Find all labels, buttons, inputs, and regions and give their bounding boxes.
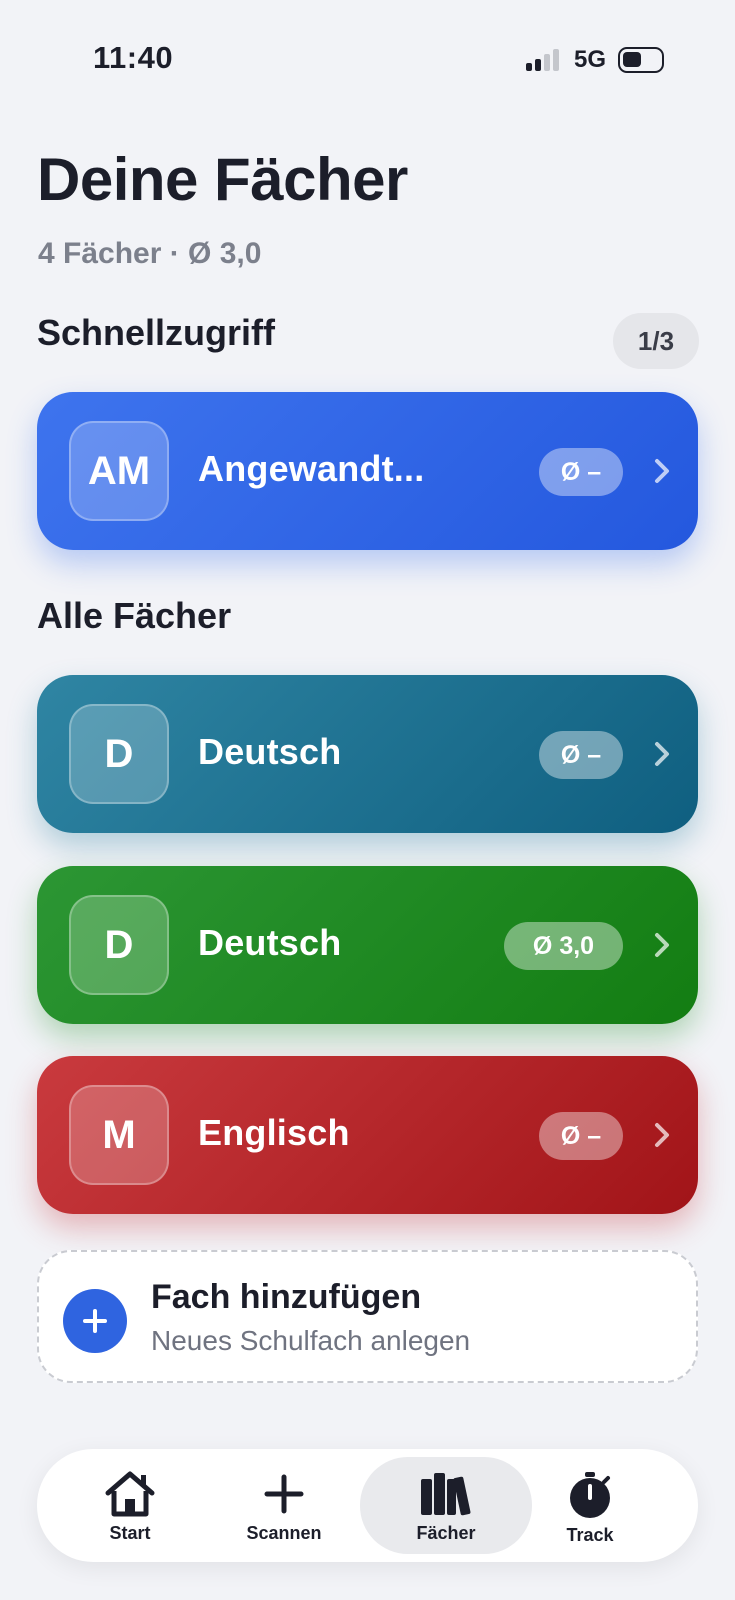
- chevron-right-icon: [655, 933, 669, 957]
- plus-icon: [63, 1289, 127, 1353]
- quick-access-page-indicator[interactable]: 1/3: [613, 313, 699, 369]
- tab-label: Scannen: [246, 1523, 322, 1543]
- add-subject-title: Fach hinzufügen: [151, 1278, 422, 1316]
- plus-icon: [264, 1474, 304, 1514]
- subject-average-badge: Ø –: [539, 1112, 623, 1160]
- subject-name: Deutsch: [198, 922, 342, 963]
- chevron-right-icon: [655, 742, 669, 766]
- tab-label: Start: [109, 1523, 151, 1543]
- status-bar: 11:40 5G: [0, 0, 735, 110]
- stopwatch-icon: [570, 1472, 610, 1518]
- tab-track[interactable]: Track: [515, 1457, 665, 1554]
- page-subtitle: 4 Fächer · Ø 3,0: [38, 237, 262, 270]
- battery-nub: [618, 47, 664, 73]
- subject-card[interactable]: M Englisch Ø –: [37, 1056, 698, 1214]
- network-type: 5G: [574, 46, 607, 73]
- books-icon: [421, 1473, 471, 1516]
- house-icon: [105, 1471, 155, 1517]
- signal-icon: [526, 49, 564, 71]
- subject-initials-badge: D: [69, 704, 169, 804]
- status-time: 11:40: [93, 40, 174, 75]
- tab-faecher[interactable]: Fächer: [360, 1457, 532, 1554]
- subject-card[interactable]: D Deutsch Ø 3,0: [37, 866, 698, 1024]
- subject-name: Englisch: [198, 1112, 350, 1153]
- subject-name: Deutsch: [198, 731, 342, 772]
- chevron-right-icon: [655, 1123, 669, 1147]
- section-title-quick-access: Schnellzugriff: [37, 312, 276, 353]
- subject-average-badge: Ø –: [539, 731, 623, 779]
- chevron-right-icon: [655, 459, 669, 483]
- tab-label: Fächer: [416, 1523, 476, 1543]
- tab-bar: Start Scannen Fächer Track: [37, 1449, 698, 1562]
- subject-initials-badge: D: [69, 895, 169, 995]
- subject-average-badge: Ø 3,0: [504, 922, 623, 970]
- page-title: Deine Fächer: [37, 146, 408, 213]
- add-subject-subtitle: Neues Schulfach anlegen: [151, 1325, 471, 1356]
- subject-name: Angewandt...: [198, 448, 425, 489]
- quick-access-card[interactable]: AM Angewandt... Ø –: [37, 392, 698, 550]
- subject-initials-badge: AM: [69, 421, 169, 521]
- tab-start[interactable]: Start: [55, 1457, 205, 1554]
- subject-initials-badge: M: [69, 1085, 169, 1185]
- subject-card[interactable]: D Deutsch Ø –: [37, 675, 698, 833]
- tab-scannen[interactable]: Scannen: [209, 1457, 359, 1554]
- tab-label: Track: [566, 1525, 614, 1545]
- subject-average-badge: Ø –: [539, 448, 623, 496]
- add-subject-button[interactable]: Fach hinzufügen Neues Schulfach anlegen: [37, 1250, 698, 1383]
- section-title-all-subjects: Alle Fächer: [37, 595, 232, 636]
